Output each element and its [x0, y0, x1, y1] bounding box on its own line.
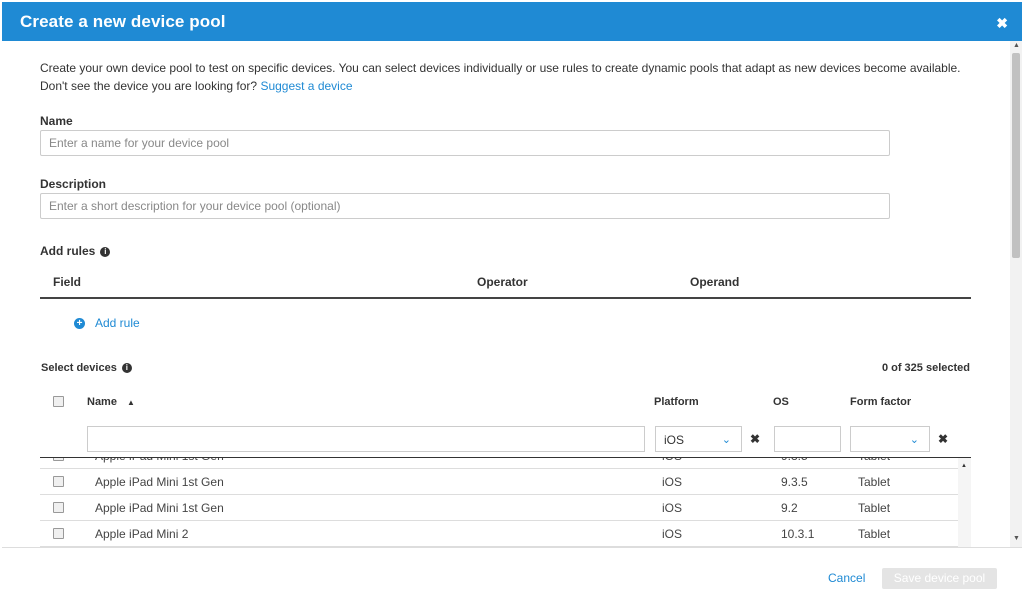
column-name-header[interactable]: Name ▲ — [87, 396, 135, 408]
rules-column-field: Field — [53, 275, 82, 289]
device-os: 9.2 — [781, 501, 798, 515]
chevron-down-icon: ⌄ — [909, 434, 919, 446]
device-form-factor: Tablet — [858, 527, 891, 541]
select-devices-heading: Select devices i — [41, 362, 132, 374]
dialog-header: Create a new device pool ✖ — [2, 2, 1022, 41]
description-input[interactable] — [40, 193, 890, 219]
column-name-label: Name — [87, 396, 117, 408]
row-checkbox[interactable] — [53, 502, 64, 513]
description-label: Description — [40, 177, 107, 191]
intro-description: Create your own device pool to test on s… — [40, 61, 961, 93]
row-checkbox[interactable] — [53, 528, 64, 539]
name-input[interactable] — [40, 130, 890, 156]
device-os: 9.3.5 — [781, 475, 808, 489]
sort-ascending-icon: ▲ — [126, 398, 135, 407]
select-devices-label: Select devices — [41, 362, 117, 374]
info-icon[interactable]: i — [121, 363, 132, 374]
device-platform: iOS — [662, 475, 683, 489]
add-rules-label: Add rules — [40, 244, 96, 258]
dialog-title: Create a new device pool — [20, 12, 226, 31]
add-rule-button[interactable]: + Add rule — [74, 316, 140, 330]
rules-divider — [40, 297, 971, 299]
column-platform-header[interactable]: Platform — [654, 396, 699, 408]
create-device-pool-dialog: Create a new device pool ✖ Create your o… — [0, 0, 1024, 605]
cancel-button[interactable]: Cancel — [828, 571, 865, 585]
scroll-up-icon[interactable]: ▲ — [1013, 42, 1020, 49]
dialog-footer: Cancel Save device pool — [2, 547, 1022, 604]
device-form-factor: Tablet — [858, 501, 891, 515]
add-rules-heading: Add rules i — [40, 244, 111, 258]
dialog-body: Create your own device pool to test on s… — [2, 41, 1010, 547]
dialog-scrollbar[interactable]: ▲ ▼ — [1010, 41, 1022, 547]
device-name: Apple iPad Mini 1st Gen — [95, 458, 224, 463]
rules-column-operand: Operand — [690, 275, 740, 289]
clear-platform-filter-icon[interactable]: ✖ — [750, 432, 760, 446]
device-name: Apple iPad Mini 2 — [95, 527, 189, 541]
os-filter-input[interactable] — [774, 426, 841, 452]
device-os: 9.3.5 — [781, 458, 808, 463]
table-row[interactable]: Apple iPad Mini 1st Gen iOS 9.3.5 Tablet — [40, 458, 958, 469]
device-platform: iOS — [662, 501, 683, 515]
intro-text: Create your own device pool to test on s… — [40, 59, 970, 95]
selected-count: 0 of 325 selected — [881, 362, 970, 374]
add-rule-label: Add rule — [95, 316, 140, 330]
table-row[interactable]: Apple iPad Mini 1st Gen iOS 9.3.5 Tablet — [40, 469, 958, 495]
save-device-pool-button[interactable]: Save device pool — [882, 568, 997, 589]
chevron-down-icon: ⌄ — [721, 434, 731, 446]
device-name: Apple iPad Mini 1st Gen — [95, 475, 224, 489]
rules-column-operator: Operator — [477, 275, 528, 289]
name-filter-input[interactable] — [87, 426, 645, 452]
clear-form-factor-filter-icon[interactable]: ✖ — [938, 432, 948, 446]
table-row[interactable]: Apple iPad Mini 2 iOS 10.3.1 Tablet — [40, 521, 958, 547]
column-form-factor-header[interactable]: Form factor — [850, 396, 911, 408]
close-icon[interactable]: ✖ — [996, 15, 1008, 32]
form-factor-filter-select[interactable]: ⌄ — [850, 426, 930, 452]
plus-circle-icon: + — [74, 318, 85, 330]
suggest-device-link[interactable]: Suggest a device — [260, 79, 352, 93]
platform-filter-select[interactable]: iOS ⌄ — [655, 426, 742, 452]
device-name: Apple iPad Mini 1st Gen — [95, 501, 224, 515]
device-form-factor: Tablet — [858, 475, 891, 489]
device-table-body: Apple iPad Mini 1st Gen iOS 9.3.5 Tablet… — [40, 458, 958, 547]
info-icon[interactable]: i — [100, 246, 111, 257]
device-platform: iOS — [662, 458, 682, 463]
table-scrollbar[interactable]: ▲ — [958, 458, 971, 547]
row-checkbox[interactable] — [53, 476, 64, 487]
row-checkbox[interactable] — [53, 458, 64, 461]
platform-filter-value: iOS — [664, 433, 685, 447]
scroll-thumb[interactable] — [1012, 53, 1020, 258]
scroll-down-icon[interactable]: ▼ — [1013, 535, 1020, 542]
device-os: 10.3.1 — [781, 527, 815, 541]
device-platform: iOS — [662, 527, 683, 541]
select-all-checkbox[interactable] — [53, 396, 64, 407]
table-scroll-up-icon[interactable]: ▲ — [961, 463, 967, 469]
device-form-factor: Tablet — [858, 458, 890, 463]
table-row[interactable]: Apple iPad Mini 1st Gen iOS 9.2 Tablet — [40, 495, 958, 521]
column-os-header[interactable]: OS — [773, 396, 789, 408]
name-label: Name — [40, 114, 73, 128]
